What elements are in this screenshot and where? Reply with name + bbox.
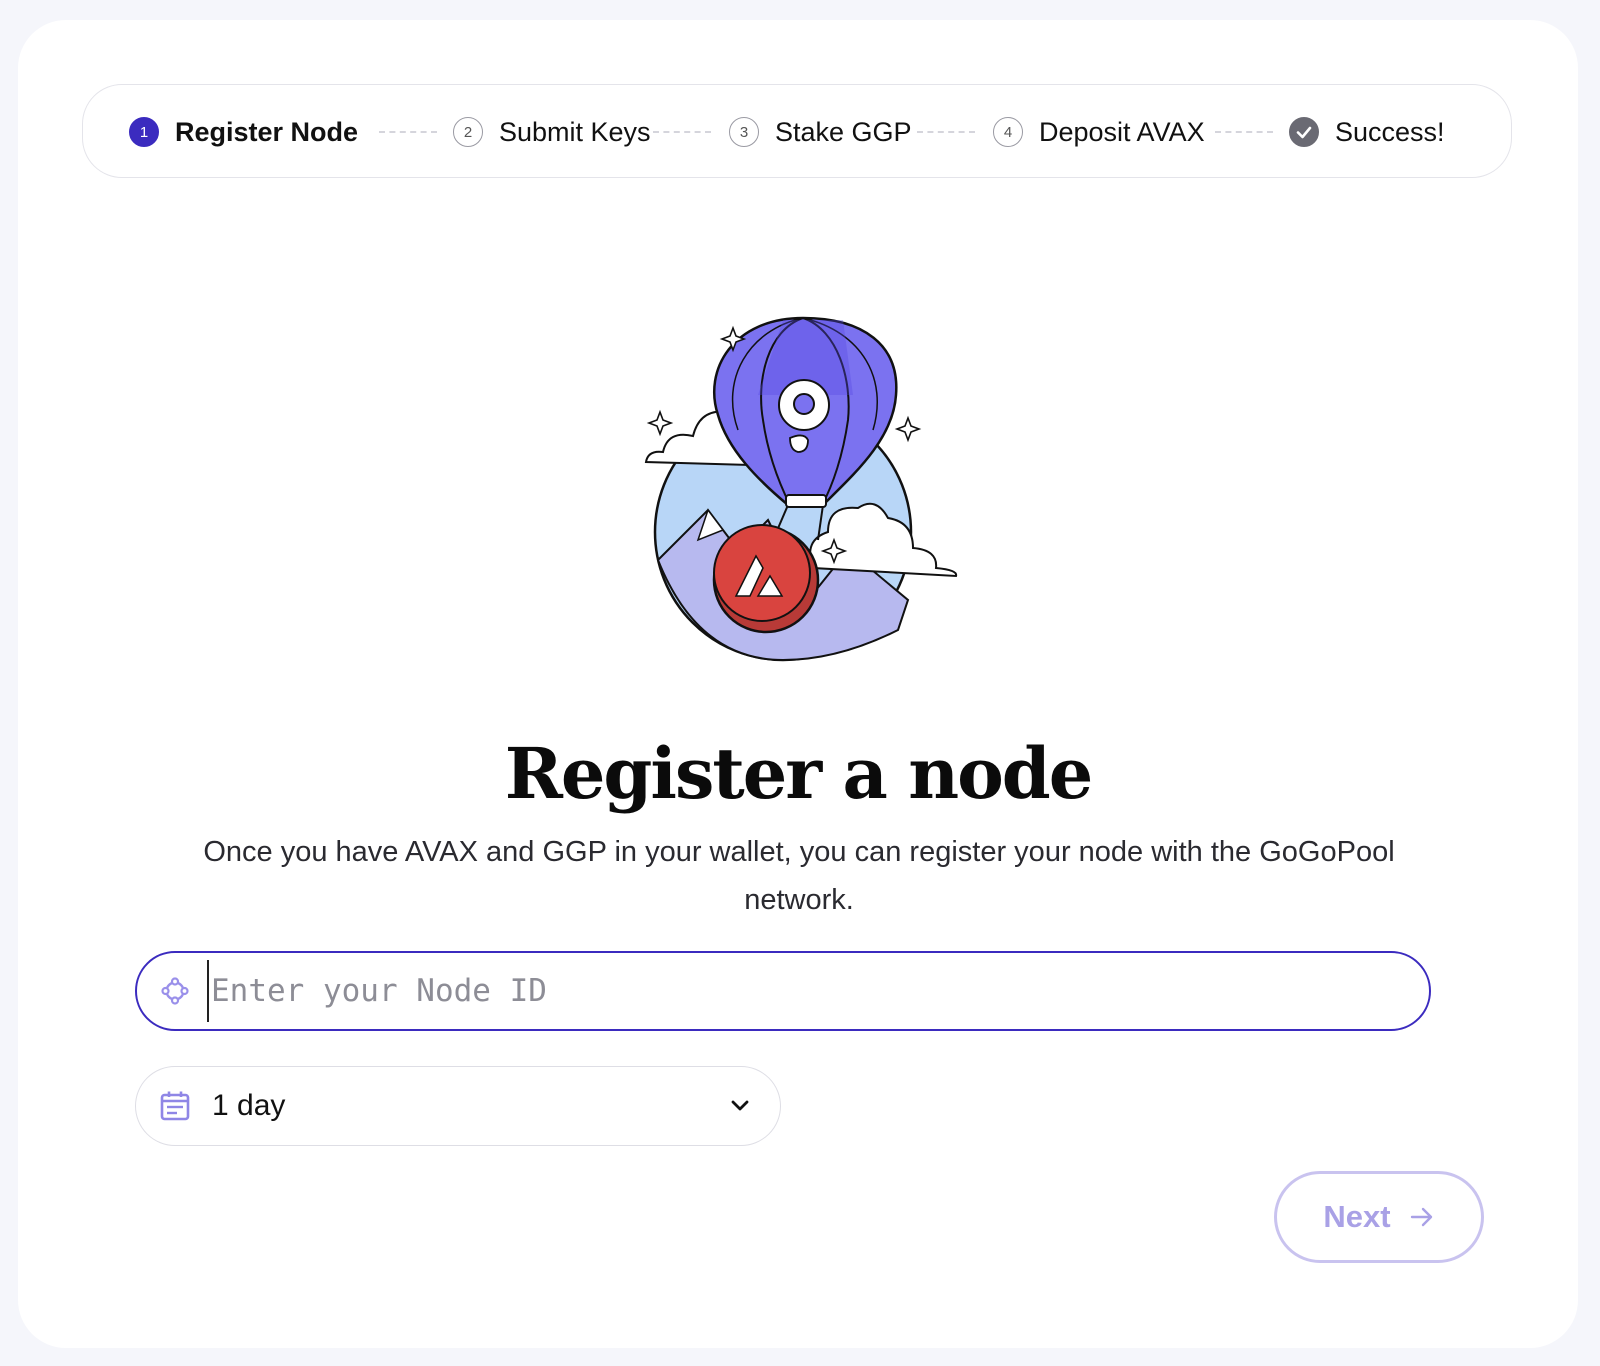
step-number-badge: 2 (453, 117, 483, 147)
progress-stepper: 1 Register Node 2 Submit Keys 3 Stake GG… (82, 84, 1512, 178)
node-id-input[interactable] (207, 960, 1393, 1022)
step-connector (653, 131, 711, 133)
step-number-badge: 3 (729, 117, 759, 147)
step-label: Stake GGP (775, 116, 912, 147)
page-description: Once you have AVAX and GGP in your walle… (203, 836, 1395, 916)
next-button-label: Next (1323, 1199, 1391, 1234)
next-button[interactable]: Next (1274, 1171, 1484, 1263)
chevron-down-icon (731, 1100, 749, 1111)
step-deposit-avax: 4 Deposit AVAX (993, 85, 1205, 179)
balloon-illustration (644, 316, 958, 662)
step-label: Submit Keys (499, 116, 651, 147)
step-connector (379, 131, 437, 133)
duration-select[interactable]: 1 day (135, 1066, 781, 1146)
check-icon (1289, 117, 1319, 147)
step-connector (917, 131, 975, 133)
step-number-badge: 1 (129, 117, 159, 147)
step-connector (1215, 131, 1273, 133)
step-number-badge: 4 (993, 117, 1023, 147)
node-id-field[interactable] (135, 951, 1431, 1031)
step-success: Success! (1289, 85, 1445, 179)
duration-value: 1 day (212, 1089, 286, 1122)
step-stake-ggp: 3 Stake GGP (729, 85, 912, 179)
node-icon (161, 977, 189, 1005)
step-label: Deposit AVAX (1039, 116, 1205, 147)
calendar-icon (160, 1091, 190, 1121)
arrow-right-icon (1410, 1207, 1432, 1227)
register-node-card: 1 Register Node 2 Submit Keys 3 Stake GG… (18, 20, 1578, 1348)
page-title: Register a node (504, 732, 1094, 815)
step-label: Register Node (175, 116, 359, 147)
step-label: Success! (1335, 116, 1445, 147)
step-register-node: 1 Register Node (129, 85, 358, 179)
step-submit-keys: 2 Submit Keys (453, 85, 651, 179)
